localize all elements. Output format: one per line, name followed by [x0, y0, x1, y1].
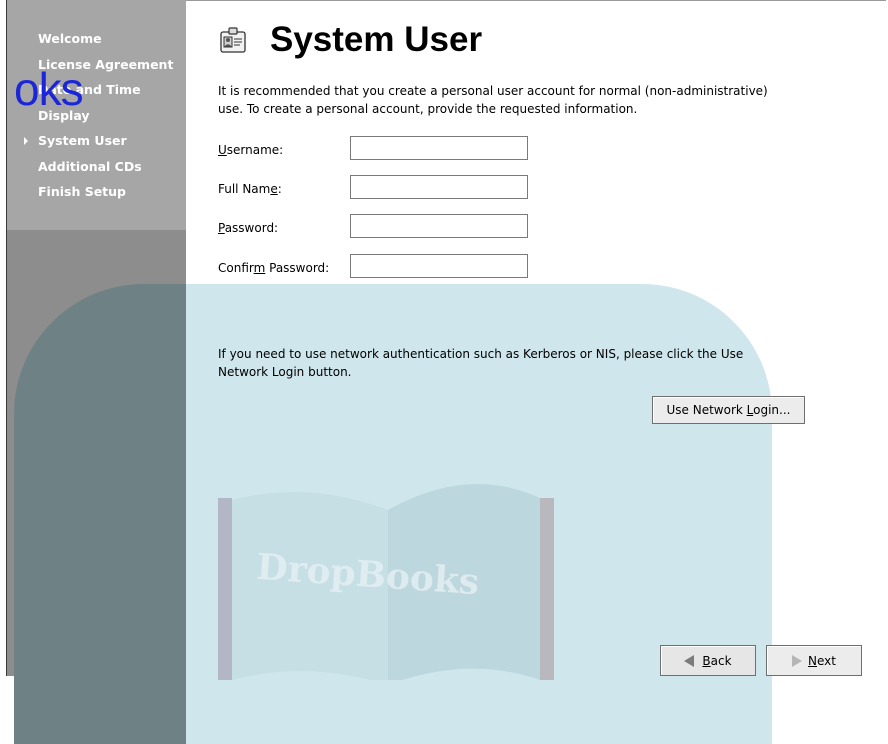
username-input[interactable] — [350, 136, 528, 160]
sidebar-item-label: Welcome — [38, 31, 102, 46]
sidebar-item-label: Additional CDs — [38, 158, 142, 174]
network-auth-text: If you need to use network authenticatio… — [218, 347, 744, 379]
next-arrow-icon — [792, 654, 803, 667]
password-label: Password: — [218, 221, 279, 235]
sidebar-item-system-user: System User — [24, 132, 173, 158]
back-button[interactable]: Back — [660, 645, 756, 676]
sidebar-item-label: System User — [38, 133, 127, 148]
intro-text: It is recommended that you create a pers… — [218, 84, 768, 116]
page-title: System User — [270, 20, 483, 59]
full-name-label: Full Name: — [218, 182, 282, 196]
confirm-password-label: Confirm Password: — [218, 261, 330, 275]
sidebar-steps: Welcome License Agreement Date and Time … — [24, 30, 173, 209]
button-label: Back — [702, 653, 732, 668]
confirm-password-input[interactable] — [350, 254, 528, 278]
book-illustration: DropBooks — [218, 484, 554, 680]
sidebar-item-finish-setup: Finish Setup — [38, 183, 173, 209]
sidebar-item-label: Finish Setup — [38, 184, 127, 199]
next-button[interactable]: Next — [766, 645, 862, 676]
id-card-icon — [220, 27, 246, 53]
full-name-input[interactable] — [350, 175, 528, 199]
watermark-text: oks — [14, 63, 84, 115]
button-label: Use Network Login... — [666, 403, 791, 417]
current-step-arrow-icon — [24, 137, 28, 145]
password-input[interactable] — [350, 214, 528, 238]
button-label: Next — [808, 653, 836, 668]
window-border-top — [186, 0, 886, 1]
sidebar-item-welcome: Welcome — [38, 30, 173, 56]
background-shape-dark — [14, 284, 186, 744]
sidebar-item-additional-cds: Additional CDs — [38, 158, 173, 184]
use-network-login-button[interactable]: Use Network Login... — [652, 396, 805, 424]
back-arrow-icon — [684, 654, 695, 667]
username-label: Username: — [218, 143, 284, 157]
